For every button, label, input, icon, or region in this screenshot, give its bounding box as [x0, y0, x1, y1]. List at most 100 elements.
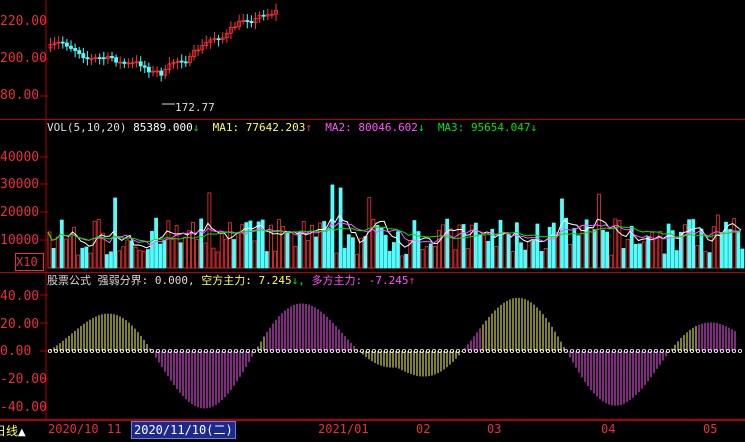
- volume-bar: [219, 231, 224, 269]
- volume-bar: [387, 250, 392, 269]
- candle-body: [85, 57, 90, 60]
- volume-bar: [207, 192, 212, 269]
- volume-bar: [363, 236, 368, 269]
- volume-bar: [154, 217, 159, 269]
- volume-bar: [145, 249, 150, 269]
- threshold-label: 强弱分界:: [97, 274, 149, 287]
- price-panel[interactable]: [0, 0, 745, 120]
- volume-bar: [486, 241, 491, 269]
- volume-bar: [674, 250, 679, 269]
- volume-bar: [506, 233, 511, 269]
- candle-body: [122, 61, 127, 64]
- volume-bar: [703, 251, 708, 269]
- volume-bar: [404, 253, 409, 269]
- volume-bar: [289, 232, 294, 269]
- date-label: 03: [487, 422, 502, 436]
- volume-bar: [379, 227, 384, 269]
- candlestick-chart[interactable]: [0, 0, 745, 120]
- indicator-chart[interactable]: [0, 273, 745, 420]
- date-label: 11: [107, 422, 122, 436]
- volume-bar: [715, 214, 720, 269]
- volume-bar: [129, 240, 134, 269]
- volume-bar: [547, 226, 552, 269]
- volume-bar: [646, 236, 650, 269]
- down-arrow-icon: ↓: [417, 121, 425, 134]
- indicator-tick: -40.00: [0, 400, 47, 415]
- volume-bar: [305, 240, 310, 269]
- volume-bar: [625, 239, 630, 269]
- zero-line-dot: [738, 349, 743, 354]
- volume-bar: [158, 243, 163, 269]
- volume-bar: [412, 220, 417, 269]
- price-tick: 80.00: [0, 88, 40, 103]
- volume-bar: [355, 253, 359, 269]
- selected-date[interactable]: 2020/11/10(二): [131, 421, 236, 439]
- volume-bar: [638, 243, 642, 269]
- volume-bar: [576, 235, 581, 269]
- bear-value: 7.245: [258, 274, 292, 287]
- down-arrow-icon: ↓: [192, 121, 200, 134]
- volume-bar: [535, 223, 540, 269]
- volume-bar: [564, 217, 568, 269]
- volume-bar: [314, 236, 318, 269]
- volume-unit-box: X10: [15, 253, 44, 271]
- volume-bar: [236, 233, 241, 269]
- volume-bar: [195, 238, 200, 269]
- indicator-tick: 20.00: [0, 317, 40, 332]
- ma1-value: 77642.203: [245, 121, 306, 134]
- volume-bar: [498, 219, 503, 269]
- volume-tick: 40000: [0, 150, 40, 165]
- candle-body: [73, 48, 77, 51]
- volume-bar: [51, 248, 56, 269]
- ma3-label: MA3:: [437, 121, 465, 134]
- volume-bar: [588, 227, 593, 269]
- volume-bar: [59, 219, 64, 269]
- indicator-panel[interactable]: [0, 273, 745, 420]
- bear-label: 空方主力:: [201, 274, 252, 287]
- volume-bar: [584, 219, 589, 269]
- volume-bar: [510, 251, 515, 269]
- volume-bar: [568, 243, 573, 269]
- volume-chart[interactable]: [0, 120, 745, 273]
- volume-bar: [137, 249, 142, 269]
- volume-bar: [334, 252, 339, 269]
- volume-bar: [597, 193, 601, 269]
- down-arrow-icon: ↓: [530, 121, 538, 134]
- indicator-tick: 40.00: [0, 289, 40, 304]
- volume-bar: [162, 239, 167, 269]
- volume-bar: [601, 229, 605, 269]
- volume-bar: [691, 219, 696, 269]
- volume-tick: 20000: [0, 205, 40, 220]
- up-arrow-icon: ↑: [305, 121, 312, 134]
- volume-panel[interactable]: [0, 120, 745, 273]
- price-tick: 220.00: [0, 14, 47, 29]
- volume-bar: [109, 251, 113, 269]
- volume-bar: [519, 242, 523, 269]
- volume-bar: [654, 238, 659, 269]
- threshold-value: 0.000,: [154, 274, 195, 287]
- candle-body: [101, 57, 106, 60]
- volume-bar: [441, 224, 446, 269]
- volume-bar: [121, 246, 126, 269]
- volume-tick: 10000: [0, 233, 40, 248]
- candle-body: [261, 14, 266, 17]
- indicator-tick: -20.00: [0, 372, 47, 387]
- candle-body: [138, 61, 143, 67]
- volume-bar: [728, 229, 732, 269]
- date-label: 2020/10: [48, 422, 99, 436]
- volume-bar: [494, 245, 499, 269]
- volume-bar: [391, 242, 396, 269]
- volume-bar: [170, 239, 175, 269]
- volume-bar: [223, 238, 228, 269]
- volume-bar: [736, 230, 741, 269]
- volume-bar: [182, 236, 187, 269]
- volume-bar: [400, 255, 405, 269]
- volume-bar: [720, 232, 724, 269]
- volume-bar: [68, 235, 72, 269]
- volume-bar: [551, 222, 556, 269]
- volume-bar: [633, 243, 638, 269]
- volume-bar: [740, 248, 745, 269]
- volume-bar: [707, 252, 712, 269]
- volume-bar: [482, 235, 487, 269]
- period-switch[interactable]: 日线▲: [0, 422, 26, 439]
